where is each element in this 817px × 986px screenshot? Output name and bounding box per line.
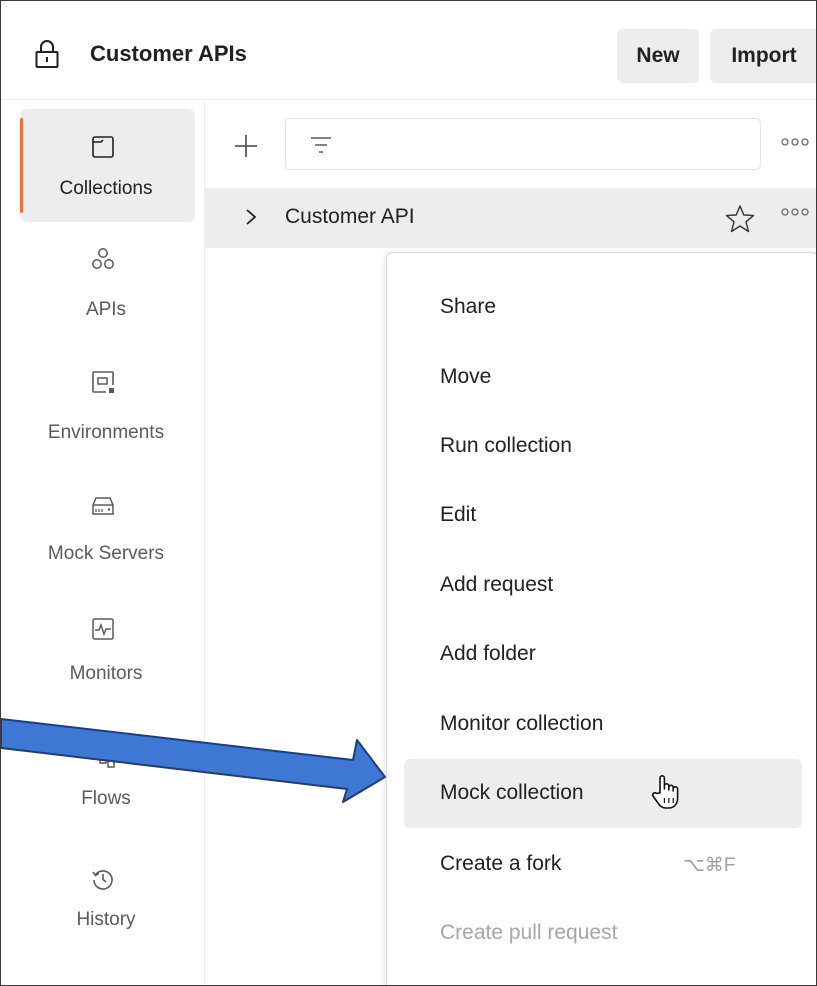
menu-item-add-request[interactable]: Add request — [387, 556, 816, 616]
sidebar-item-label: Flows — [81, 788, 131, 809]
menu-item-label: Add folder — [440, 642, 536, 665]
sidebar: Collections APIs Environments Mock Serve… — [1, 100, 205, 985]
hand-pointer-cursor-icon — [651, 775, 679, 809]
menu-item-create-fork[interactable]: Create a fork ⌥⌘F — [387, 835, 816, 895]
menu-item-move[interactable]: Move — [387, 348, 816, 408]
sidebar-item-mock-servers[interactable]: Mock Servers — [1, 465, 205, 575]
star-icon[interactable] — [725, 204, 755, 234]
sidebar-item-apis[interactable]: APIs — [1, 225, 205, 335]
workspace-header: Customer APIs New Import — [1, 1, 816, 100]
add-collection-icon[interactable] — [233, 133, 259, 159]
menu-item-label: Monitor collection — [440, 712, 604, 735]
menu-item-label: Share — [440, 295, 497, 318]
workspace-title: Customer APIs — [90, 41, 247, 66]
menu-item-label: Move — [440, 365, 492, 388]
menu-item-label: Create a fork — [440, 852, 562, 875]
sidebar-item-label: Mock Servers — [47, 543, 165, 564]
sidebar-item-label: Collections — [59, 178, 153, 199]
collections-icon — [92, 136, 114, 158]
menu-item-mock-collection[interactable]: Mock collection — [387, 759, 816, 828]
flows-icon — [91, 752, 115, 768]
environments-icon — [92, 371, 114, 393]
more-options-icon[interactable] — [780, 137, 810, 147]
filter-input[interactable] — [285, 118, 761, 170]
sidebar-item-label: Environments — [47, 422, 165, 443]
menu-item-monitor-collection[interactable]: Monitor collection — [387, 695, 816, 755]
sidebar-item-monitors[interactable]: Monitors — [1, 585, 205, 695]
collection-context-menu: Share Move Run collection Edit Add reque… — [386, 252, 816, 985]
menu-item-run-collection[interactable]: Run collection — [387, 417, 816, 477]
collection-item[interactable]: Customer API — [205, 188, 816, 248]
sidebar-item-label: Monitors — [69, 663, 143, 684]
menu-item-add-folder[interactable]: Add folder — [387, 625, 816, 685]
sidebar-item-flows[interactable]: Flows — [1, 705, 205, 815]
menu-item-label: Create pull request — [440, 921, 618, 944]
sidebar-item-history[interactable]: History — [1, 825, 205, 935]
app-window: Customer APIs New Import Collections API… — [0, 0, 817, 986]
monitors-icon — [92, 618, 114, 640]
sidebar-item-label: APIs — [85, 299, 127, 320]
filter-icon — [311, 137, 331, 153]
menu-item-edit[interactable]: Edit — [387, 486, 816, 546]
menu-item-label: Edit — [440, 503, 477, 526]
lock-icon — [35, 40, 59, 68]
sidebar-item-collections[interactable]: Collections — [1, 100, 205, 222]
new-button[interactable]: New — [617, 29, 699, 83]
menu-item-label: Add request — [440, 573, 554, 596]
collection-more-options-icon[interactable] — [780, 207, 810, 217]
mock-servers-icon — [92, 497, 114, 515]
menu-item-share[interactable]: Share — [387, 278, 816, 338]
apis-icon — [92, 248, 114, 269]
collection-name: Customer API — [285, 205, 415, 228]
menu-item-label: Mock collection — [440, 781, 584, 804]
import-button[interactable]: Import — [710, 29, 816, 83]
sidebar-item-label: History — [76, 909, 136, 930]
menu-item-create-pull-request: Create pull request — [387, 904, 816, 964]
keyboard-shortcut: ⌥⌘F — [683, 855, 736, 876]
menu-item-label: Run collection — [440, 434, 572, 457]
sidebar-item-environments[interactable]: Environments — [1, 345, 205, 455]
chevron-right-icon[interactable] — [245, 207, 257, 227]
active-item-background — [20, 109, 195, 222]
history-icon — [92, 870, 113, 890]
